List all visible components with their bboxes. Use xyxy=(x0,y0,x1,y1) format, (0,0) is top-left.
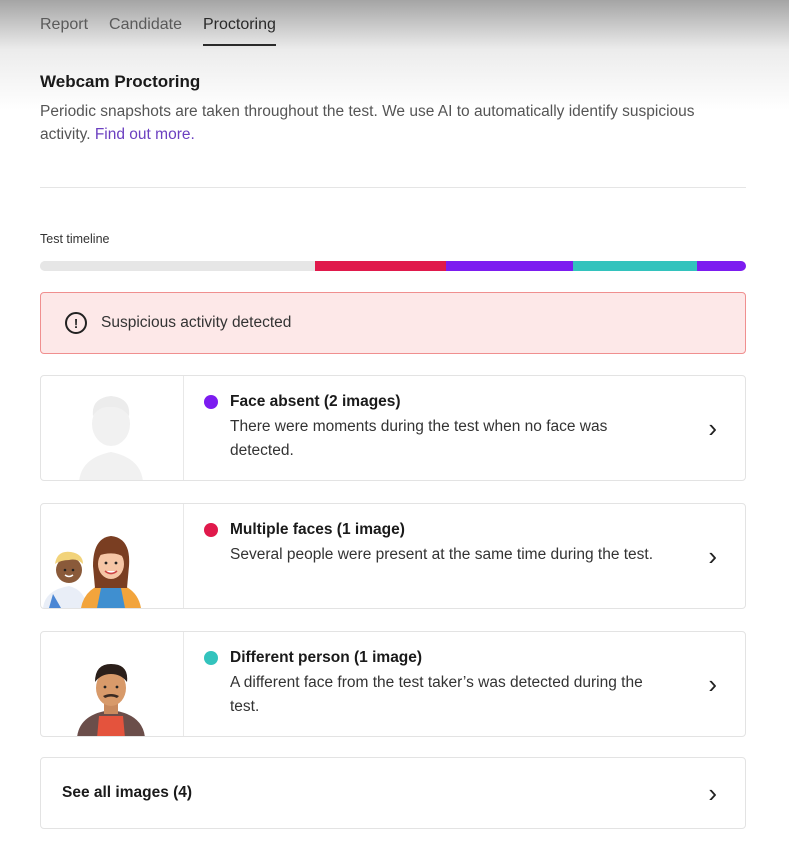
section-description: Periodic snapshots are taken throughout … xyxy=(40,100,740,146)
face-absent-title: Face absent (2 images) xyxy=(230,393,401,410)
timeline-segment xyxy=(40,261,316,271)
see-all-images-button[interactable]: See all images (4) › xyxy=(40,757,746,829)
face-absent-description: There were moments during the test when … xyxy=(230,418,608,459)
different-person-description: A different face from the test taker’s w… xyxy=(230,674,643,715)
suspicious-activity-alert: ! Suspicious activity detected xyxy=(40,292,746,354)
card-body: Multiple faces (1 image) Several people … xyxy=(184,504,745,608)
different-person-title: Different person (1 image) xyxy=(230,649,423,666)
see-all-images-label: See all images (4) xyxy=(62,784,193,801)
tab-bar: Report Candidate Proctoring xyxy=(40,16,276,46)
timeline-segment xyxy=(573,261,697,271)
divider xyxy=(40,187,746,188)
multiple-faces-card[interactable]: Multiple faces (1 image) Several people … xyxy=(40,503,746,609)
chevron-right-icon: › xyxy=(708,778,717,808)
tab-report[interactable]: Report xyxy=(40,16,88,46)
chevron-right-icon: › xyxy=(708,413,717,443)
status-dot xyxy=(204,651,218,665)
timeline-segment xyxy=(445,261,574,271)
chevron-right-icon: › xyxy=(708,541,717,571)
timeline-segment xyxy=(696,261,746,271)
status-dot xyxy=(204,395,218,409)
multiple-faces-description: Several people were present at the same … xyxy=(230,546,654,563)
face-absent-illustration xyxy=(41,376,184,480)
face-absent-card[interactable]: Face absent (2 images) There were moment… xyxy=(40,375,746,481)
tab-candidate[interactable]: Candidate xyxy=(109,16,182,46)
different-person-card[interactable]: Different person (1 image) A different f… xyxy=(40,631,746,737)
timeline-label: Test timeline xyxy=(40,232,110,246)
alert-text: Suspicious activity detected xyxy=(101,314,292,331)
card-title: Multiple faces (1 image) xyxy=(204,521,745,539)
test-timeline-bar xyxy=(40,261,746,271)
chevron-right-icon: › xyxy=(708,669,717,699)
find-out-more-link[interactable]: Find out more. xyxy=(95,126,195,143)
multiple-faces-illustration xyxy=(41,504,184,608)
card-title: Different person (1 image) xyxy=(204,649,745,667)
timeline-segment xyxy=(315,261,446,271)
exclamation-circle-icon: ! xyxy=(65,312,87,334)
multiple-faces-title: Multiple faces (1 image) xyxy=(230,521,405,538)
section-title: Webcam Proctoring xyxy=(40,72,201,91)
card-body: Different person (1 image) A different f… xyxy=(184,632,745,736)
status-dot xyxy=(204,523,218,537)
different-person-illustration xyxy=(41,632,184,736)
tab-proctoring[interactable]: Proctoring xyxy=(202,16,276,46)
card-title: Face absent (2 images) xyxy=(204,393,745,411)
card-body: Face absent (2 images) There were moment… xyxy=(184,376,745,480)
